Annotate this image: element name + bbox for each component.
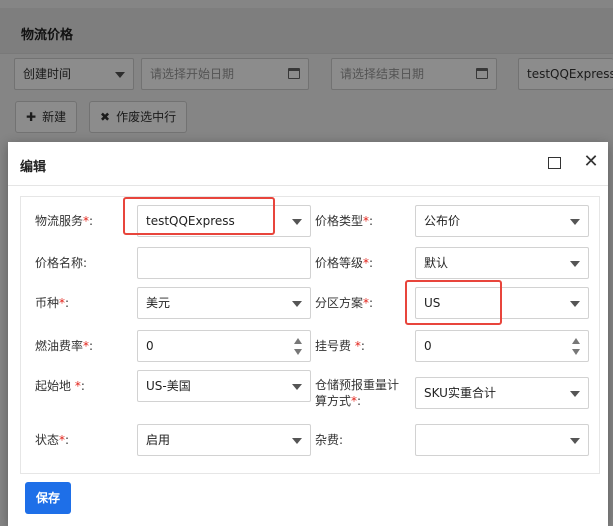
price-level-label: 价格等级*: [315, 256, 374, 270]
price-name-label: 价格名称: [35, 256, 88, 270]
fuel-rate-value: 0 [146, 339, 154, 353]
zone-plan-value: US [424, 296, 441, 310]
spin-down-icon[interactable] [294, 349, 302, 355]
logistics-service-label: 物流服务*: [35, 214, 94, 228]
modal-form: 物流服务*: testQQExpress 价格类型*: 公布价 价格名称: 价格… [20, 196, 600, 474]
status-value: 启用 [146, 433, 171, 447]
misc-fee-select[interactable] [415, 424, 589, 456]
edit-modal: 编辑 ✕ 物流服务*: testQQExpress 价格类型*: 公布价 价格名… [8, 142, 608, 526]
price-type-label: 价格类型*: [315, 214, 374, 228]
modal-title: 编辑 [20, 160, 47, 175]
registration-fee-stepper[interactable]: 0 [415, 330, 589, 362]
registration-fee-value: 0 [424, 339, 432, 353]
price-level-select[interactable]: 默认 [415, 247, 589, 279]
weight-calc-label: 仓储预报重量计 算方式*: [315, 378, 400, 408]
zone-plan-label: 分区方案*: [315, 296, 374, 310]
registration-fee-label: 挂号费 *: [315, 339, 365, 353]
origin-select[interactable]: US-美国 [137, 370, 311, 402]
currency-select[interactable]: 美元 [137, 287, 311, 319]
zone-plan-select[interactable]: US [415, 287, 589, 319]
chevron-down-icon [292, 219, 302, 225]
chevron-down-icon [292, 384, 302, 390]
chevron-down-icon [570, 261, 580, 267]
chevron-down-icon [570, 219, 580, 225]
price-name-input[interactable] [137, 247, 311, 279]
weight-calc-select[interactable]: SKU实重合计 [415, 377, 589, 409]
close-icon[interactable]: ✕ [581, 152, 601, 172]
fuel-rate-stepper[interactable]: 0 [137, 330, 311, 362]
spin-up-icon[interactable] [294, 338, 302, 344]
origin-value: US-美国 [146, 379, 191, 393]
origin-label: 起始地 *: [35, 379, 85, 393]
price-level-value: 默认 [424, 256, 449, 270]
spin-down-icon[interactable] [572, 349, 580, 355]
chevron-down-icon [292, 438, 302, 444]
misc-fee-label: 杂费: [315, 433, 344, 447]
logistics-service-select[interactable]: testQQExpress [137, 205, 311, 237]
price-type-select[interactable]: 公布价 [415, 205, 589, 237]
save-button[interactable]: 保存 [25, 482, 71, 514]
chevron-down-icon [570, 301, 580, 307]
currency-value: 美元 [146, 296, 171, 310]
chevron-down-icon [570, 391, 580, 397]
modal-header: 编辑 ✕ [8, 142, 608, 186]
maximize-icon[interactable] [548, 157, 561, 169]
status-select[interactable]: 启用 [137, 424, 311, 456]
modal-footer: 保存 [8, 474, 608, 526]
chevron-down-icon [570, 438, 580, 444]
chevron-down-icon [292, 301, 302, 307]
spin-up-icon[interactable] [572, 338, 580, 344]
currency-label: 币种*: [35, 296, 70, 310]
price-type-value: 公布价 [424, 214, 461, 228]
fuel-rate-label: 燃油费率*: [35, 339, 94, 353]
weight-calc-value: SKU实重合计 [424, 386, 496, 400]
logistics-service-value: testQQExpress [146, 214, 235, 228]
status-label: 状态*: [35, 433, 70, 447]
